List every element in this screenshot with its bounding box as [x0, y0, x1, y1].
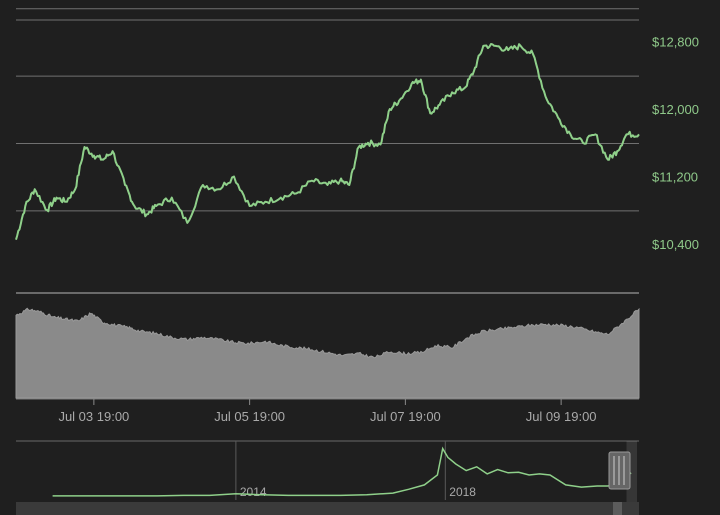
navigator-scrollbar[interactable] — [16, 502, 639, 515]
price-chart-widget: $12,800 $12,000 $11,200 $10,400 Jul 03 19:0… — [0, 0, 720, 515]
price-series[interactable] — [15, 43, 640, 240]
x-tick-label: Jul 05 19:00 — [214, 409, 285, 424]
price-line[interactable] — [15, 43, 640, 240]
y-tick-label: $10,400 — [652, 237, 699, 252]
navigator-line — [52, 446, 632, 497]
y-tick-label: $12,800 — [652, 35, 699, 50]
navigator-tick-label: 2018 — [449, 485, 476, 499]
x-tick-label: Jul 09 19:00 — [526, 409, 597, 424]
chart-svg: $12,800 $12,000 $11,200 $10,400 Jul 03 19:0… — [15, 8, 699, 515]
x-tick-label: Jul 07 19:00 — [370, 409, 441, 424]
navigator-scrollbar-thumb[interactable] — [613, 502, 622, 515]
volume-series — [15, 307, 640, 399]
main-gridlines — [16, 8, 639, 212]
y-tick-label: $12,000 — [652, 102, 699, 117]
navigator-panel[interactable]: 2014 2018 — [16, 440, 639, 515]
volume-area — [15, 307, 640, 399]
time-axis: Jul 03 19:00 Jul 05 19:00 Jul 07 19:00 Jul … — [16, 398, 639, 424]
price-axis: $12,800 $12,000 $11,200 $10,400 — [652, 35, 699, 252]
x-tick-label: Jul 03 19:00 — [58, 409, 129, 424]
y-tick-label: $11,200 — [652, 170, 698, 185]
navigator-tick-label: 2014 — [240, 485, 267, 499]
